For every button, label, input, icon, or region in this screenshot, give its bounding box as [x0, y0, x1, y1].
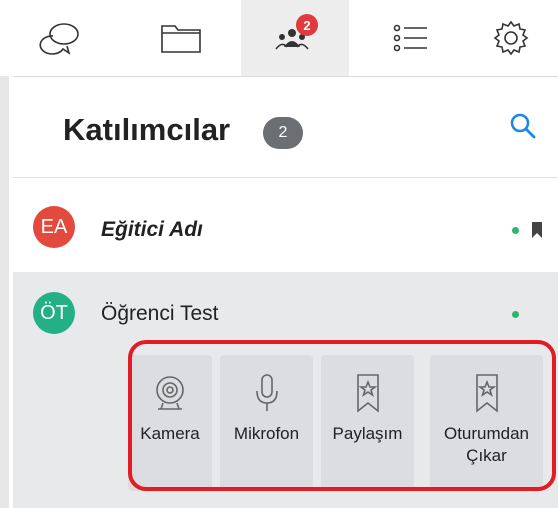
top-navigation: 2 [13, 0, 558, 77]
tab-list[interactable] [363, 0, 458, 76]
tab-settings[interactable] [463, 0, 558, 76]
highlight-outline [128, 340, 556, 491]
online-indicator [512, 311, 519, 318]
bookmark-icon [532, 222, 542, 238]
tab-participants[interactable]: 2 [241, 0, 349, 76]
page-title: Katılımcılar [63, 112, 231, 147]
list-icon [393, 24, 427, 52]
participants-badge: 2 [296, 14, 318, 36]
participant-name: Eğitici Adı [101, 218, 203, 241]
participant-row[interactable]: EA Eğitici Adı [13, 190, 558, 272]
participants-panel: 2 Katılımcılar 2 EA Eğitici Adı ÖT Öğren… [13, 0, 558, 508]
tab-files[interactable] [133, 0, 228, 76]
avatar: EA [33, 206, 75, 248]
left-sidebar-strip [0, 76, 9, 508]
participant-name: Öğrenci Test [101, 302, 219, 325]
panel-header: Katılımcılar 2 [13, 77, 558, 178]
chat-icon [38, 23, 79, 55]
settings-icon [493, 20, 528, 56]
avatar: ÖT [33, 292, 75, 334]
tab-chat[interactable] [13, 0, 108, 76]
folder-icon [160, 25, 201, 53]
search-icon[interactable] [508, 111, 538, 141]
online-indicator [512, 227, 519, 234]
participant-count-badge: 2 [263, 117, 303, 149]
